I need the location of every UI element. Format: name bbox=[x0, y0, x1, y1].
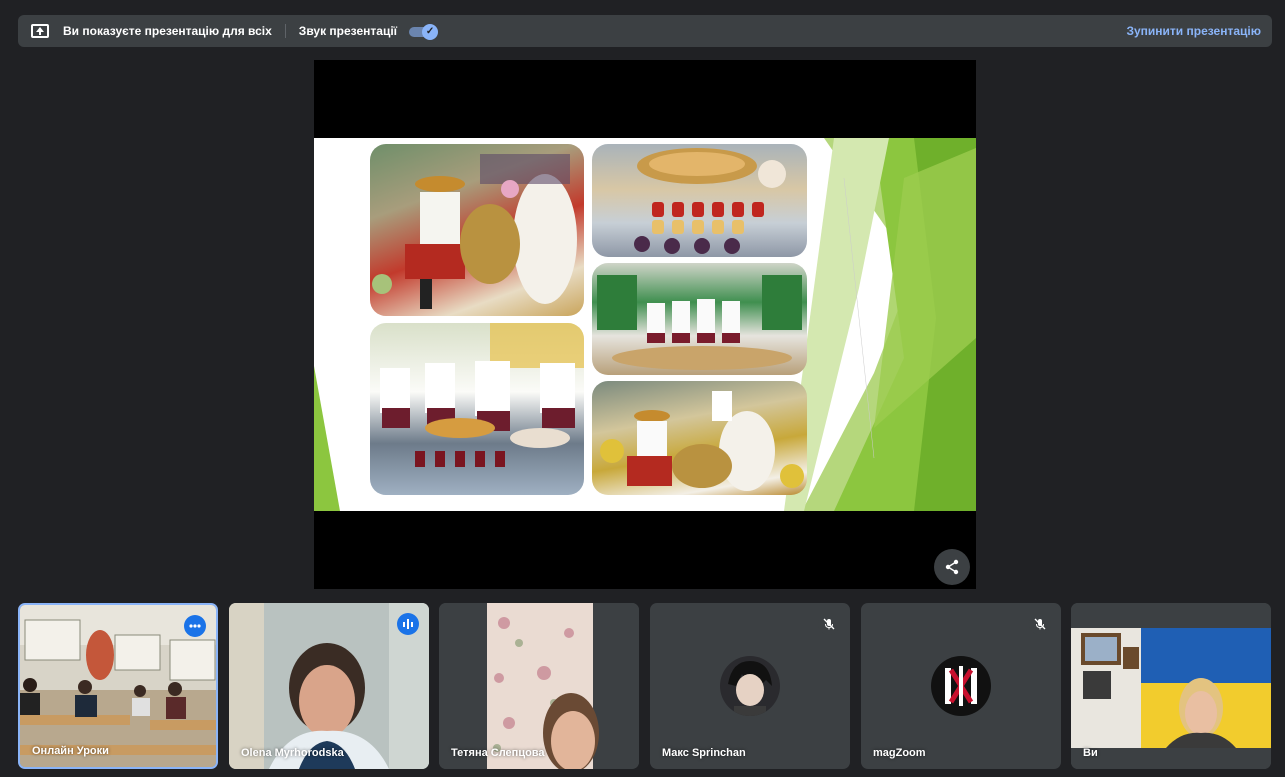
presenting-bar: Ви показуєте презентацію для всіх Звук п… bbox=[18, 15, 1272, 47]
students-stand-photo-shapes bbox=[597, 275, 802, 370]
slide-photo-costumes bbox=[370, 144, 584, 316]
participant-tile-you[interactable]: Ви bbox=[1071, 603, 1271, 769]
participant-name: Ви bbox=[1083, 747, 1098, 759]
students-table-photo-shapes bbox=[380, 323, 584, 467]
participant-name: magZoom bbox=[873, 747, 926, 759]
costumes-2-photo-shapes bbox=[600, 391, 804, 491]
participant-tile-magzoom[interactable]: magZoom bbox=[861, 603, 1061, 769]
speaking-indicator bbox=[397, 613, 419, 635]
magzoom-logo bbox=[931, 656, 991, 716]
slide-photo-students-stand bbox=[592, 263, 807, 375]
present-screen-icon bbox=[31, 24, 49, 38]
maks-avatar-image bbox=[720, 656, 780, 716]
participant-name: Olena Myrhorodska bbox=[241, 747, 344, 759]
mic-muted-indicator bbox=[818, 613, 840, 635]
participant-tile-online-lessons[interactable]: Онлайн Уроки bbox=[18, 603, 218, 769]
dishes-photo-shapes bbox=[634, 148, 786, 254]
presenting-message: Ви показуєте презентацію для всіх bbox=[63, 24, 272, 38]
divider bbox=[284, 24, 286, 38]
tetiana-video bbox=[439, 603, 639, 769]
participant-name: Онлайн Уроки bbox=[32, 745, 109, 757]
presentation-slide bbox=[314, 138, 976, 511]
more-options-button[interactable] bbox=[184, 615, 206, 637]
mic-muted-indicator bbox=[1029, 613, 1051, 635]
slide-photo-costumes-2 bbox=[592, 381, 807, 495]
presentation-sound-label: Звук презентації bbox=[298, 24, 398, 38]
avatar bbox=[720, 656, 780, 716]
participant-tile-tetiana[interactable]: Тетяна Слепцова bbox=[439, 603, 639, 769]
stop-presenting-button[interactable]: Зупинити презентацію bbox=[1126, 24, 1261, 38]
presentation-sound-toggle[interactable]: ✓ bbox=[409, 24, 439, 40]
mic-off-icon bbox=[1034, 618, 1046, 630]
avatar bbox=[931, 656, 991, 716]
audio-level-icon bbox=[403, 619, 413, 629]
slide-photo-students-table bbox=[370, 323, 584, 495]
mic-off-icon bbox=[823, 618, 835, 630]
participant-name: Макс Sprinchan bbox=[662, 747, 746, 759]
slide-photo-dishes bbox=[592, 144, 807, 257]
costumes-photo-shapes bbox=[372, 154, 577, 309]
self-video bbox=[1071, 603, 1271, 769]
meeting-window: Ви показуєте презентацію для всіх Звук п… bbox=[0, 0, 1285, 777]
participant-tile-maks[interactable]: Макс Sprinchan bbox=[650, 603, 850, 769]
participant-name: Тетяна Слепцова bbox=[451, 747, 545, 759]
share-button[interactable] bbox=[934, 549, 970, 585]
share-icon bbox=[945, 559, 959, 575]
presentation-stage bbox=[314, 60, 976, 589]
participant-tile-olena[interactable]: Olena Myrhorodska bbox=[229, 603, 429, 769]
more-options-icon bbox=[189, 624, 201, 628]
check-icon: ✓ bbox=[422, 24, 439, 40]
